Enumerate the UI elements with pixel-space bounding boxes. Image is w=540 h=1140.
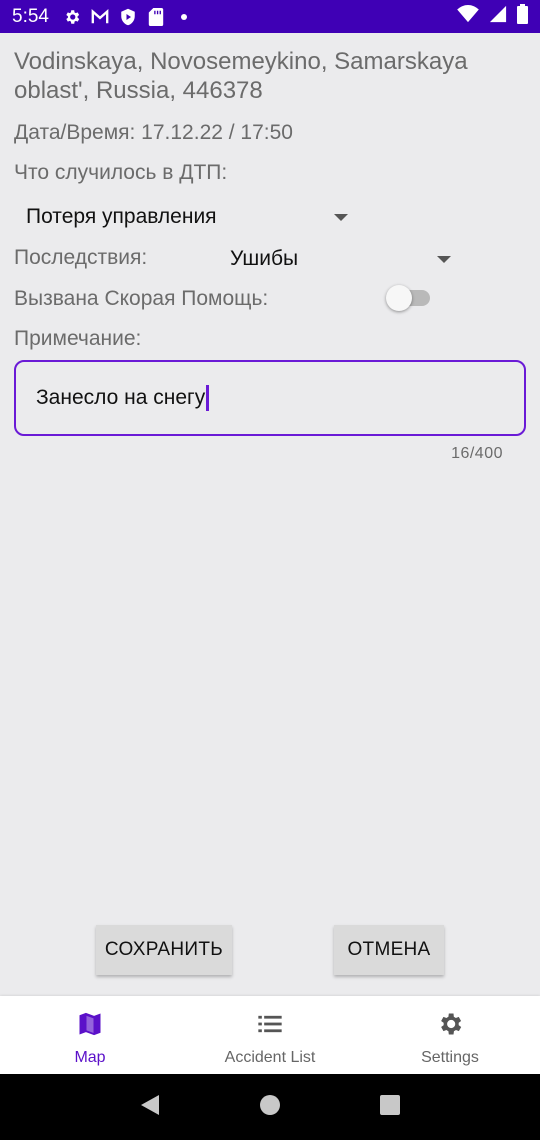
status-time: 5:54 [12, 5, 49, 27]
nav-label-accident-list: Accident List [224, 1049, 316, 1066]
note-char-counter: 16/400 [451, 445, 503, 462]
dropdown-arrow-icon [437, 256, 451, 263]
save-button[interactable]: СОХРАНИТЬ [96, 925, 232, 975]
gear-icon [436, 1010, 464, 1043]
nav-label-map: Map [74, 1049, 106, 1066]
dropdown-arrow-icon [334, 214, 348, 221]
wifi-icon [457, 5, 479, 28]
text-cursor [206, 385, 209, 411]
dot-icon [175, 8, 193, 26]
what-happened-label: Что случилось в ДТП: [14, 161, 228, 184]
ambulance-label: Вызвана Скорая Помощь: [14, 287, 269, 310]
gmail-icon [91, 8, 109, 26]
nav-label-settings: Settings [421, 1049, 479, 1066]
ambulance-switch[interactable] [386, 285, 430, 311]
bottom-navigation: Map Accident List Settings [0, 996, 540, 1074]
back-icon[interactable] [139, 1093, 161, 1122]
recents-icon[interactable] [379, 1094, 401, 1121]
status-bar: 5:54 [0, 0, 540, 33]
system-status-icons [457, 4, 528, 29]
consequences-label: Последствия: [14, 246, 148, 269]
system-navigation-bar [0, 1074, 540, 1140]
switch-thumb [386, 285, 412, 311]
signal-icon [489, 5, 507, 28]
note-input[interactable]: Занесло на снегу [14, 360, 526, 436]
consequences-dropdown[interactable]: Ушибы [222, 239, 462, 279]
what-happened-dropdown[interactable]: Потеря управления [14, 197, 354, 237]
consequences-value: Ушибы [230, 247, 299, 270]
map-icon [76, 1010, 104, 1043]
note-label: Примечание: [14, 327, 142, 350]
settings-icon [63, 8, 81, 26]
list-icon [256, 1010, 284, 1043]
cancel-button[interactable]: ОТМЕНА [334, 925, 444, 975]
datetime-text: Дата/Время: 17.12.22 / 17:50 [14, 121, 293, 144]
sd-card-icon [147, 7, 165, 26]
nav-item-map[interactable]: Map [0, 996, 180, 1074]
play-protect-icon [119, 8, 137, 26]
notification-icons [63, 7, 193, 26]
nav-item-settings[interactable]: Settings [360, 996, 540, 1074]
note-input-text: Занесло на снегу [36, 386, 206, 409]
battery-icon [517, 4, 528, 29]
address-text: Vodinskaya, Novosemeykino, Samarskaya ob… [14, 48, 468, 104]
nav-item-accident-list[interactable]: Accident List [180, 996, 360, 1074]
what-happened-value: Потеря управления [26, 205, 217, 228]
home-icon[interactable] [259, 1094, 281, 1121]
